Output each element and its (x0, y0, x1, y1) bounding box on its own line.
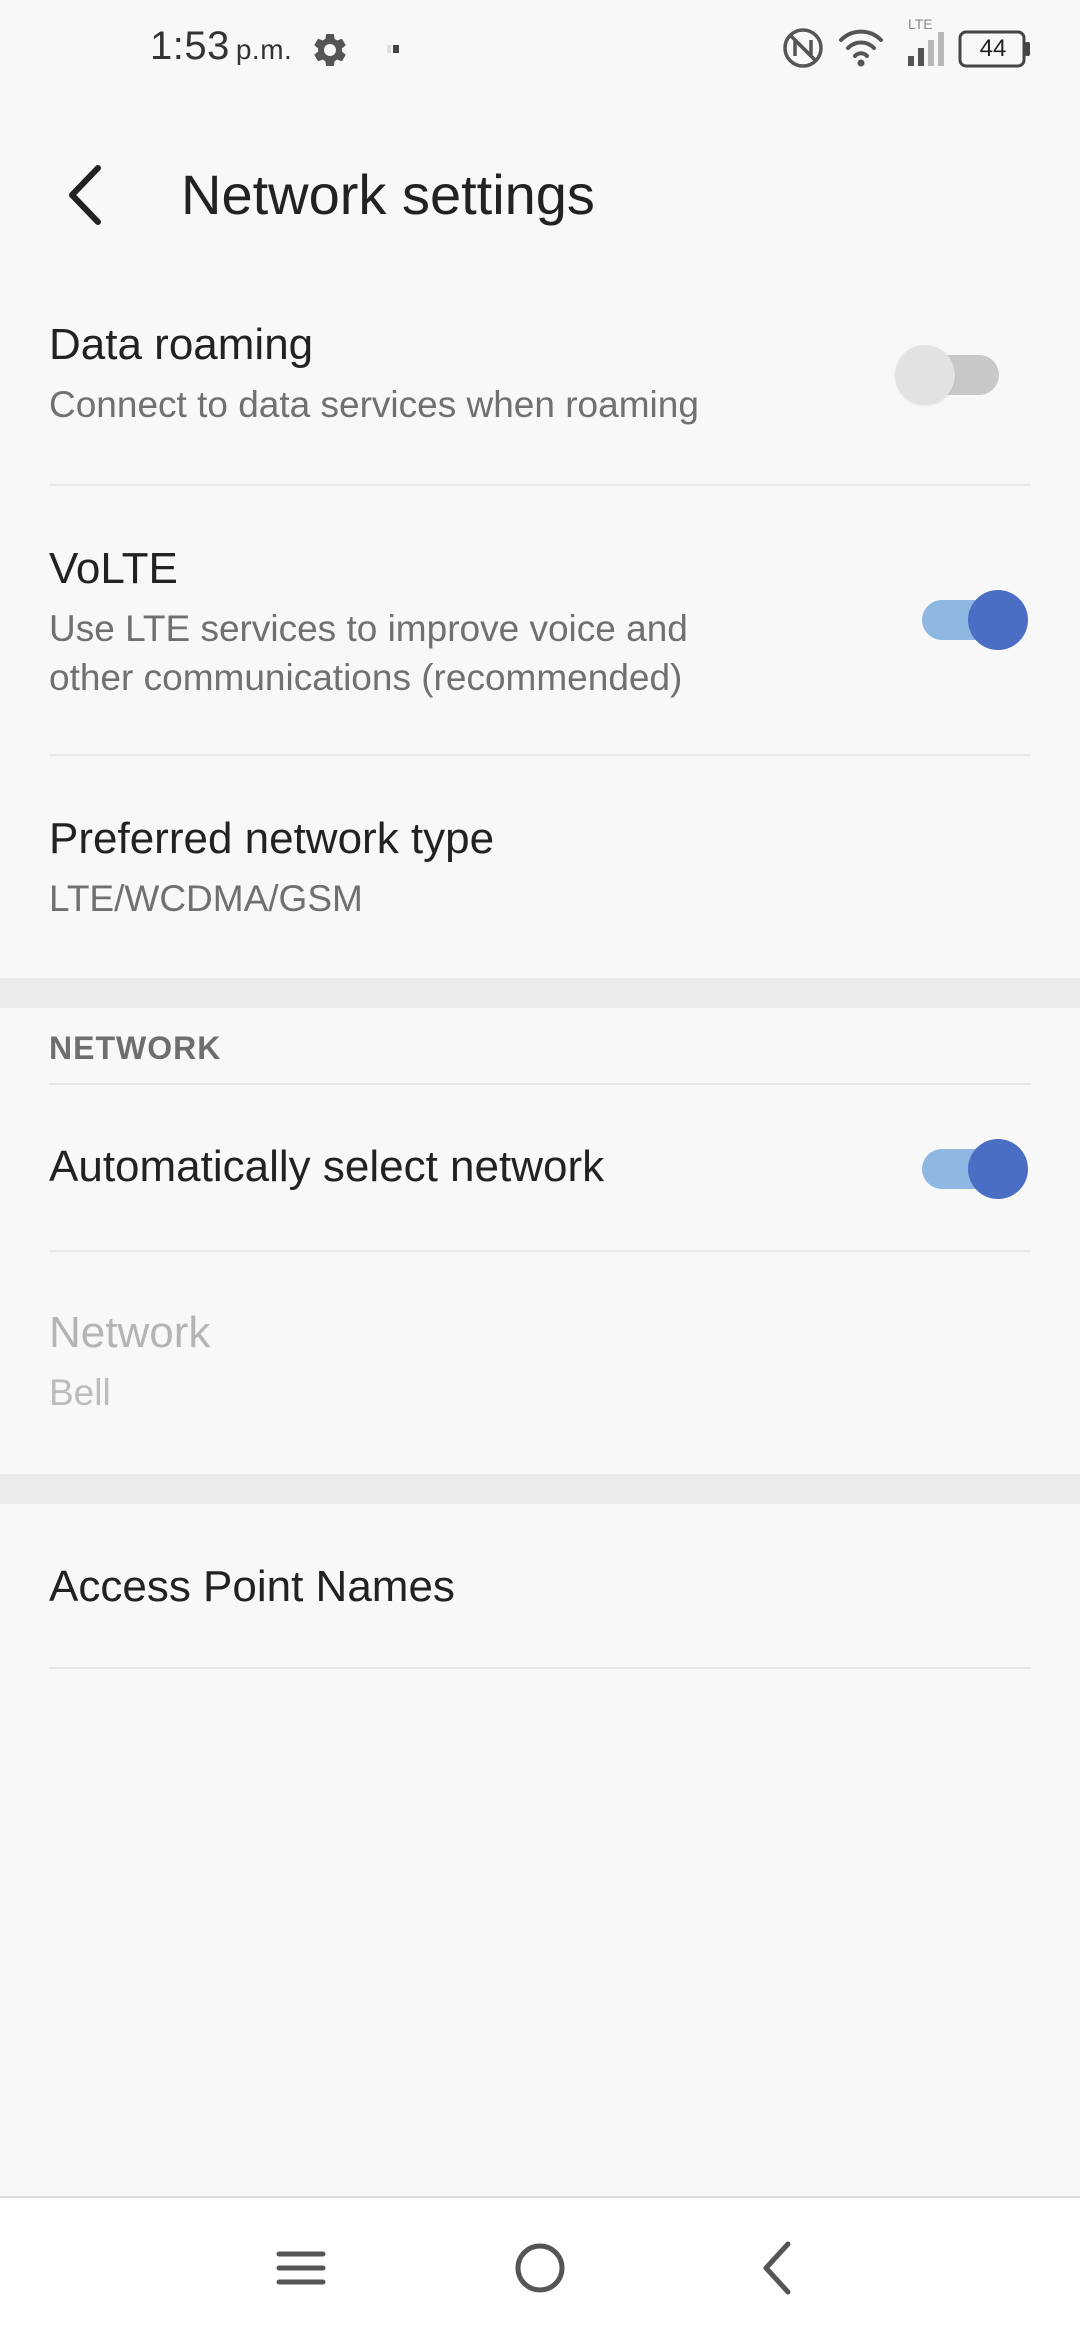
setting-network: Network Bell (0, 1290, 1080, 1470)
setting-summary: Connect to data services when roaming (49, 384, 699, 425)
battery-level: 44 (979, 35, 1007, 62)
setting-title: Automatically select network (49, 1142, 605, 1191)
status-time-value: 1:53 (150, 24, 230, 68)
status-time-ampm: p.m. (235, 34, 293, 65)
menu-icon (276, 2251, 326, 2285)
home-icon (515, 2243, 565, 2293)
setting-title: Network (49, 1308, 211, 1357)
section-separator (0, 1474, 1080, 1504)
wifi-icon (839, 29, 883, 67)
app-bar: Network settings (0, 110, 1080, 260)
chevron-left-icon (69, 165, 101, 225)
setting-title: Preferred network type (49, 814, 495, 863)
navigation-bar (0, 2196, 1080, 2340)
setting-title: VoLTE (49, 544, 178, 593)
divider (49, 484, 1031, 486)
signal-icon (908, 32, 944, 66)
section-separator (0, 978, 1080, 1008)
system-back-button[interactable] (738, 2228, 818, 2308)
divider (49, 1250, 1031, 1252)
divider (49, 1667, 1031, 1669)
back-button[interactable] (40, 150, 130, 240)
recents-button[interactable] (261, 2228, 341, 2308)
back-icon (763, 2241, 791, 2295)
notification-dot-icon (387, 45, 399, 53)
setting-volte[interactable]: VoLTE Use LTE services to improve voice … (0, 520, 1080, 752)
toggle-thumb (895, 345, 955, 405)
gear-icon (314, 33, 346, 66)
auto-select-network-toggle[interactable] (918, 1139, 1028, 1199)
setting-summary: LTE/WCDMA/GSM (49, 878, 363, 919)
setting-data-roaming[interactable]: Data roaming Connect to data services wh… (0, 300, 1080, 484)
section-header-network: NETWORK (49, 1030, 222, 1066)
setting-summary-line1: Use LTE services to improve voice and (49, 608, 688, 649)
home-button[interactable] (500, 2228, 580, 2308)
divider (49, 1083, 1031, 1085)
toggle-thumb (968, 1139, 1028, 1199)
status-bar: 1:53 p.m. LTE 44 (0, 0, 1080, 100)
setting-title: Data roaming (49, 320, 314, 369)
data-roaming-toggle[interactable] (895, 345, 1005, 405)
status-time: 1:53 p.m. (150, 24, 292, 69)
setting-summary-line2: other communications (recommended) (49, 657, 683, 698)
setting-preferred-network-type[interactable]: Preferred network type LTE/WCDMA/GSM (0, 790, 1080, 970)
setting-summary: Bell (49, 1372, 111, 1413)
volte-toggle[interactable] (918, 590, 1028, 650)
nfc-icon (783, 28, 823, 68)
setting-auto-select-network[interactable]: Automatically select network (0, 1090, 1080, 1250)
setting-access-point-names[interactable]: Access Point Names (0, 1504, 1080, 1664)
setting-title: Access Point Names (49, 1562, 455, 1611)
page-title: Network settings (181, 163, 595, 226)
divider (49, 754, 1031, 756)
toggle-thumb (968, 590, 1028, 650)
